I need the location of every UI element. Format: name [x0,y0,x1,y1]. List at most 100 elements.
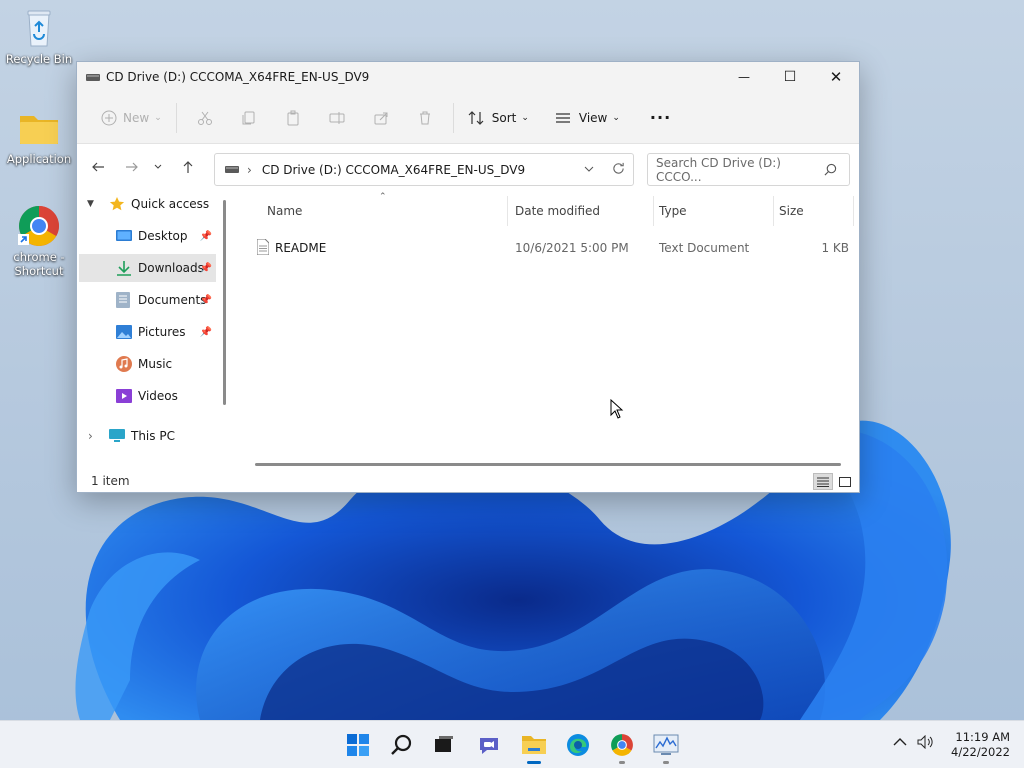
copy-button[interactable] [227,100,271,136]
chat-button[interactable] [469,729,509,761]
task-view-button[interactable] [424,729,464,761]
desktop-icon-recycle-bin[interactable]: Recycle Bin [2,6,76,66]
arrow-up-icon [183,161,193,173]
recycle-bin-icon [17,6,61,50]
view-lines-icon [555,112,570,123]
file-name: README [275,241,327,255]
sidebar-item-quick-access[interactable]: ▼ Quick access [79,190,216,218]
minimize-button[interactable]: — [721,62,767,92]
sort-ascending-indicator: ⌃ [379,192,387,202]
new-button[interactable]: New ⌄ [93,100,170,136]
sort-button[interactable]: Sort ⌄ [460,100,537,136]
back-button[interactable] [83,152,113,182]
chevron-up-icon [893,738,907,746]
pin-icon: 📌 [199,262,212,274]
sidebar-item-music[interactable]: Music [79,350,216,378]
sidebar-item-label: Pictures [138,325,186,339]
sidebar-item-documents[interactable]: Documents 📌 [79,286,216,314]
delete-button[interactable] [403,100,447,136]
address-dropdown-button[interactable] [575,163,603,177]
maximize-button[interactable]: ☐ [767,62,813,92]
chrome-icon [611,734,633,756]
file-date-modified: 10/6/2021 5:00 PM [515,241,629,255]
file-explorer-taskbar-button[interactable] [514,729,554,764]
sidebar-item-videos[interactable]: Videos [79,382,216,410]
address-bar[interactable]: › CD Drive (D:) CCCOMA_X64FRE_EN-US_DV9 [214,153,634,186]
rename-button[interactable] [315,100,359,136]
cd-drive-icon [86,73,100,81]
desktop-icon [116,230,132,241]
sidebar-item-pictures[interactable]: Pictures 📌 [79,318,216,346]
column-header-name[interactable]: Name [267,204,302,218]
file-list-horizontal-scrollbar[interactable] [255,463,841,466]
more-options-button[interactable]: ··· [642,100,679,136]
file-list: ⌃ Name Date modified Type Size README 10… [235,190,859,472]
chat-icon [480,738,498,754]
column-header-size[interactable]: Size [779,204,804,218]
sidebar-item-label: Documents [138,293,207,307]
start-button[interactable] [338,729,378,761]
details-view-button[interactable] [813,473,833,490]
chrome-taskbar-button[interactable] [602,729,642,764]
cut-button[interactable] [183,100,227,136]
search-button[interactable] [382,729,422,761]
scissors-icon [197,111,212,125]
pictures-icon [116,325,132,339]
clock[interactable]: 11:19 AM 4/22/2022 [951,730,1010,760]
view-button[interactable]: View ⌄ [547,100,628,136]
refresh-button[interactable] [603,162,633,178]
search-box[interactable]: Search CD Drive (D:) CCCO... [647,153,850,186]
running-indicator [663,761,669,764]
arrow-right-icon [126,162,138,172]
file-row[interactable]: README 10/6/2021 5:00 PM Text Document 1… [247,236,851,260]
arrow-left-icon [92,162,104,172]
cd-drive-icon [225,166,239,173]
plus-circle-icon [101,110,117,125]
chevron-right-icon: › [88,429,93,443]
resource-monitor-taskbar-button[interactable] [646,729,686,764]
more-icon: ··· [649,108,672,127]
search-input[interactable]: Search CD Drive (D:) CCCO... [656,156,824,184]
large-icons-view-button[interactable] [835,473,855,490]
videos-icon [116,389,132,403]
chevron-down-icon [584,166,594,172]
title-bar[interactable]: CD Drive (D:) CCCOMA_X64FRE_EN-US_DV9 — … [77,62,859,92]
paste-button[interactable] [271,100,315,136]
computer-icon [109,429,125,442]
navigation-pane: ▼ Quick access Desktop 📌 Downloads 📌 Doc… [77,190,226,472]
search-icon [824,163,837,176]
sidebar-item-label: This PC [131,429,175,443]
show-hidden-icons-button[interactable] [893,735,907,751]
sidebar-item-desktop[interactable]: Desktop 📌 [79,222,216,250]
forward-button[interactable] [117,152,147,182]
column-divider [773,196,774,226]
minimize-icon: — [738,70,750,84]
share-button[interactable] [359,100,403,136]
up-button[interactable] [173,152,203,182]
volume-button[interactable] [917,734,935,753]
sidebar-item-downloads[interactable]: Downloads 📌 [79,254,216,282]
navigation-pane-scrollbar[interactable] [223,200,226,405]
column-header-date-modified[interactable]: Date modified [515,204,600,218]
music-icon [116,356,132,372]
close-button[interactable]: ✕ [813,62,859,92]
download-icon [117,261,131,276]
desktop-icon-chrome-shortcut[interactable]: chrome - Shortcut [2,204,76,278]
search-icon [391,734,412,755]
clock-date: 4/22/2022 [951,745,1010,759]
text-document-icon [257,239,269,255]
navigation-bar: › CD Drive (D:) CCCOMA_X64FRE_EN-US_DV9 … [77,144,859,190]
edge-taskbar-button[interactable] [558,729,598,761]
desktop-icon-label: Recycle Bin [5,52,73,66]
windows-logo-icon [347,734,369,756]
recent-locations-button[interactable] [147,152,169,182]
pin-icon: 📌 [199,326,212,338]
folder-icon [17,106,61,150]
content-area: ▼ Quick access Desktop 📌 Downloads 📌 Doc… [77,190,859,472]
desktop-icon-application[interactable]: Application [2,106,76,166]
taskbar: 11:19 AM 4/22/2022 [0,720,1024,768]
sidebar-item-this-pc[interactable]: › This PC [79,422,216,450]
column-header-type[interactable]: Type [659,204,687,218]
close-icon: ✕ [829,68,843,86]
task-view-icon [435,736,453,752]
